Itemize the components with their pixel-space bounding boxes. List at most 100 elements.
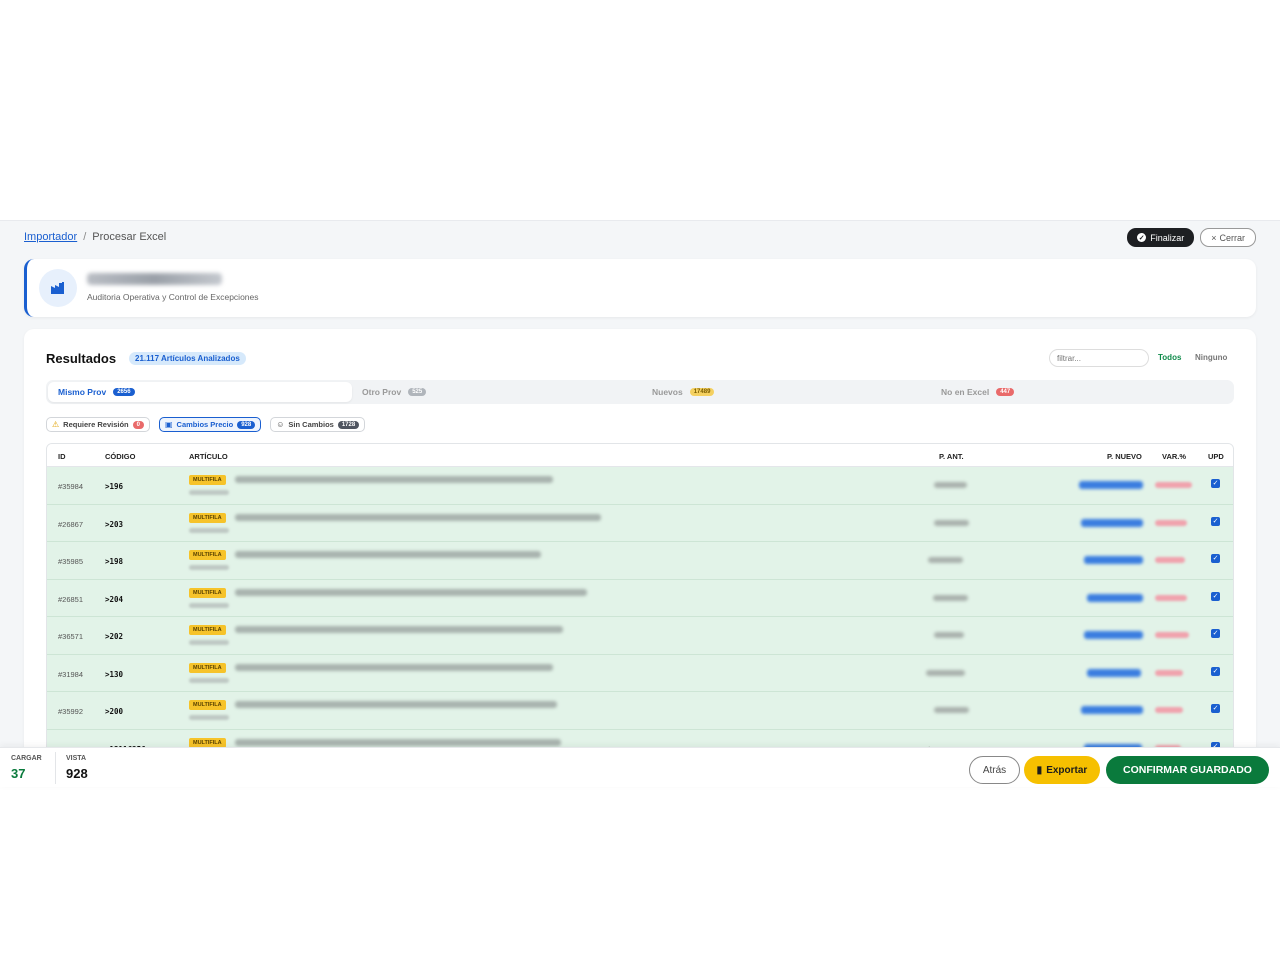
finalizar-button[interactable]: ✓ Finalizar [1127, 228, 1195, 247]
col-p-nuevo[interactable]: P. NUEVO [1107, 452, 1142, 461]
row-p-ant-redacted [926, 669, 965, 676]
upd-checkbox[interactable]: ✓ [1211, 629, 1220, 638]
finalizar-label: Finalizar [1150, 232, 1185, 243]
row-var-redacted [1155, 594, 1187, 601]
chip-requiere-revision[interactable]: ⚠ Requiere Revisión 0 [46, 417, 150, 432]
breadcrumb-current: Procesar Excel [92, 231, 167, 243]
upd-checkbox[interactable]: ✓ [1211, 516, 1220, 526]
upd-checkbox[interactable]: ✓ [1211, 591, 1220, 601]
row-code: >202 [105, 632, 124, 641]
chip-label: Sin Cambios [288, 420, 334, 429]
app-window: Importador / Procesar Excel ✓ Finalizar … [0, 220, 1280, 785]
chip-count-badge: 0 [132, 420, 144, 429]
col-upd[interactable]: UPD [1208, 452, 1224, 461]
upd-checkbox[interactable]: ✓ [1211, 666, 1220, 676]
article-detail-redacted [189, 677, 229, 683]
col-id[interactable]: ID [58, 452, 66, 461]
row-p-nuevo-redacted [1081, 706, 1143, 714]
select-all-link[interactable]: Todos [1158, 353, 1181, 362]
row-id: #35992 [58, 707, 84, 716]
row-p-ant-redacted [934, 482, 967, 488]
table-row[interactable]: #35992 >200 MULTIFILA ✓ [47, 692, 1233, 730]
row-var-redacted [1155, 557, 1185, 563]
upd-checkbox[interactable]: ✓ [1211, 554, 1220, 563]
select-none-link[interactable]: Ninguno [1195, 353, 1227, 362]
article-detail-redacted [189, 490, 229, 495]
row-var-redacted [1155, 482, 1192, 488]
table-row[interactable]: #35985 >198 MULTIFILA ✓ [47, 542, 1233, 580]
upd-checkbox[interactable]: ✓ [1211, 479, 1220, 488]
exportar-button[interactable]: ▮ Exportar [1024, 756, 1100, 784]
atras-button[interactable]: Atrás [969, 756, 1020, 784]
multifila-badge: MULTIFILA [189, 512, 226, 523]
chip-sin-cambios[interactable]: ☺ Sin Cambios 1728 [270, 417, 366, 432]
bottom-action-bar: CARGAR 37 VISTA 928 Atrás ▮ Exportar CON… [0, 747, 1280, 787]
supplier-header-card: Auditoria Operativa y Control de Excepci… [24, 259, 1256, 317]
multifila-badge: MULTIFILA [189, 587, 226, 598]
row-var-redacted [1155, 632, 1189, 638]
row-var-redacted [1155, 669, 1183, 676]
table-row[interactable]: #35984 >196 MULTIFILA ✓ [47, 467, 1233, 505]
article-detail-redacted [189, 602, 229, 608]
article-name-redacted [235, 738, 561, 746]
tab-nuevos[interactable]: Nuevos 17489 [642, 382, 932, 402]
breadcrumb-importador-link[interactable]: Importador [24, 231, 77, 243]
col-var[interactable]: VAR.% [1162, 452, 1186, 461]
cerrar-label: Cerrar [1219, 232, 1245, 243]
results-table: ID CÓDIGO ARTÍCULO P. ANT. P. NUEVO VAR.… [46, 443, 1234, 785]
chip-label: Cambios Precio [176, 420, 234, 429]
row-code: >196 [105, 482, 124, 491]
article-name-redacted [235, 588, 587, 596]
article-name-redacted [235, 513, 601, 521]
col-codigo[interactable]: CÓDIGO [105, 452, 135, 461]
confirmar-guardado-button[interactable]: CONFIRMAR GUARDADO [1106, 756, 1269, 784]
row-var-redacted [1155, 707, 1183, 713]
analyzed-count-badge: 21.117 Artículos Analizados [129, 352, 246, 365]
col-articulo[interactable]: ARTÍCULO [189, 452, 228, 461]
tab-label: Nuevos [652, 387, 683, 397]
chip-count-badge: 1728 [337, 420, 360, 429]
table-header: ID CÓDIGO ARTÍCULO P. ANT. P. NUEVO VAR.… [47, 444, 1233, 467]
file-export-icon: ▮ [1036, 764, 1043, 776]
stat-vista: VISTA 928 [66, 755, 88, 781]
chip-label: Requiere Revisión [63, 420, 129, 429]
tab-mismo-prov[interactable]: Mismo Prov 2656 [48, 382, 352, 402]
row-p-ant-redacted [933, 594, 968, 601]
cerrar-button[interactable]: × Cerrar [1200, 228, 1256, 247]
stat-cargar-label: CARGAR [11, 755, 42, 762]
row-code: >130 [105, 669, 124, 679]
tab-label: Mismo Prov [58, 387, 107, 397]
stat-cargar: CARGAR 37 [11, 755, 42, 781]
article-name-redacted [235, 663, 553, 671]
multifila-badge: MULTIFILA [189, 700, 226, 710]
sleep-face-icon: ☺ [276, 420, 285, 429]
supplier-name-redacted [87, 273, 222, 285]
tab-no-en-excel[interactable]: No en Excel 447 [931, 382, 1221, 402]
filter-input[interactable] [1049, 349, 1149, 367]
table-row[interactable]: #26867 >203 MULTIFILA ✓ [47, 504, 1233, 542]
tab-otro-prov[interactable]: Otro Prov 525 [352, 382, 642, 402]
row-id: #36571 [58, 632, 84, 641]
top-actions: ✓ Finalizar × Cerrar [1127, 228, 1256, 247]
upd-checkbox[interactable]: ✓ [1211, 704, 1220, 713]
table-row[interactable]: #31984 >130 MULTIFILA ✓ [47, 654, 1233, 692]
chip-cambios-precio[interactable]: ▣ Cambios Precio 928 [158, 417, 262, 432]
chip-count-badge: 928 [237, 420, 256, 429]
header-subtitle: Auditoria Operativa y Control de Excepci… [87, 292, 259, 302]
row-p-nuevo-redacted [1081, 518, 1143, 527]
table-body: #35984 >196 MULTIFILA ✓ #26867 >203 MULTIFILA ✓… [47, 467, 1233, 767]
row-p-nuevo-redacted [1087, 668, 1141, 677]
check-icon: ✓ [1137, 233, 1147, 242]
row-id: #35984 [58, 482, 84, 491]
breadcrumb-separator: / [83, 231, 87, 243]
stat-vista-label: VISTA [66, 755, 87, 762]
article-detail-redacted [189, 527, 229, 533]
row-p-ant-redacted [934, 707, 969, 713]
table-row[interactable]: #26851 >204 MULTIFILA ✓ [47, 579, 1233, 617]
row-p-nuevo-redacted [1084, 556, 1143, 564]
col-p-ant[interactable]: P. ANT. [939, 452, 964, 461]
row-id: #31984 [58, 669, 84, 679]
table-row[interactable]: #36571 >202 MULTIFILA ✓ [47, 617, 1233, 655]
row-p-nuevo-redacted [1079, 481, 1143, 489]
article-detail-redacted [189, 565, 229, 570]
